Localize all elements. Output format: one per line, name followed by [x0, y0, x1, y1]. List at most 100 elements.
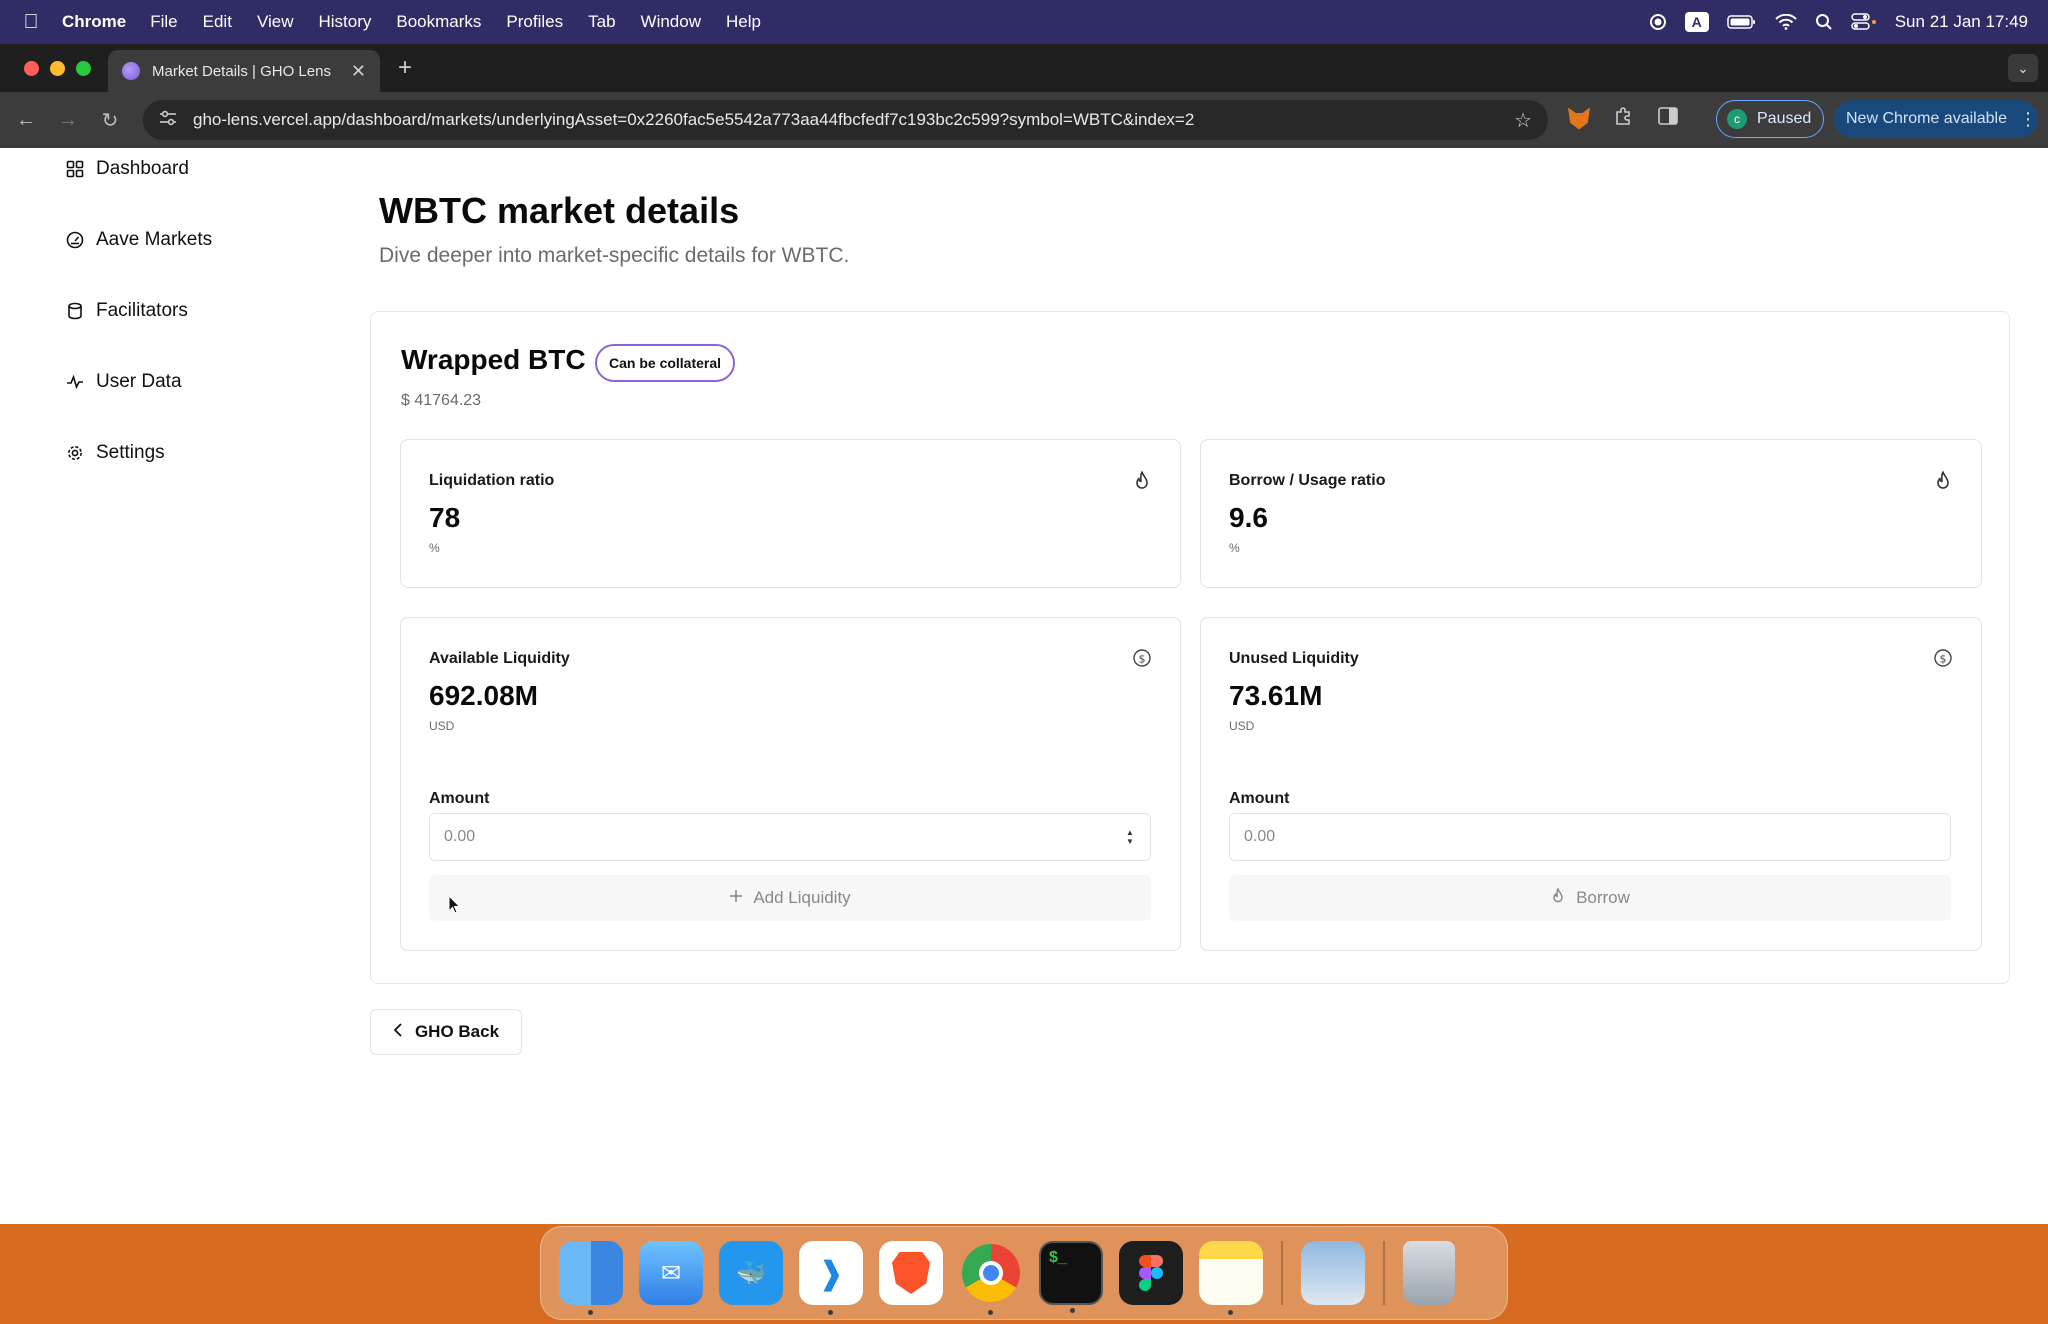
stat-value: 692.08M — [429, 680, 538, 711]
add-liquidity-label: Add Liquidity — [753, 888, 851, 907]
zoom-window-button[interactable] — [76, 61, 91, 76]
preview-icon[interactable] — [1301, 1241, 1365, 1305]
site-settings-icon[interactable] — [159, 110, 177, 130]
collateral-badge: Can be collateral — [595, 344, 736, 382]
menu-view[interactable]: View — [257, 12, 294, 32]
metamask-fox-icon[interactable] — [1568, 107, 1590, 130]
amount-label: Amount — [1229, 790, 1290, 807]
url-text[interactable]: gho-lens.vercel.app/dashboard/markets/un… — [193, 110, 1514, 130]
notes-icon[interactable] — [1199, 1241, 1263, 1315]
dollar-circle-icon: $ — [1933, 648, 1953, 670]
macos-dock: ✉ 🐳 ❱ $_ — [540, 1226, 1508, 1320]
menu-app-name[interactable]: Chrome — [62, 12, 126, 32]
profile-paused-button[interactable]: c Paused — [1716, 100, 1824, 138]
borrow-amount-input[interactable] — [1229, 813, 1951, 861]
borrow-button[interactable]: Borrow — [1229, 875, 1951, 921]
profile-avatar: c — [1727, 109, 1747, 129]
sidebar-item-aave-markets[interactable]: Aave Markets — [66, 229, 212, 251]
extensions-puzzle-icon[interactable] — [1614, 106, 1634, 131]
menu-help[interactable]: Help — [726, 12, 761, 32]
add-liquidity-button[interactable]: Add Liquidity — [429, 875, 1151, 921]
gho-back-button[interactable]: GHO Back — [370, 1009, 522, 1055]
wifi-icon[interactable] — [1775, 14, 1797, 30]
address-bar[interactable]: gho-lens.vercel.app/dashboard/markets/un… — [143, 100, 1548, 140]
menu-history[interactable]: History — [318, 12, 371, 32]
side-panel-icon[interactable] — [1658, 107, 1678, 130]
more-menu-icon[interactable]: ⋮ — [2019, 109, 2037, 130]
sidebar-item-label: User Data — [96, 371, 182, 392]
browser-toolbar: ← → ↻ gho-lens.vercel.app/dashboard/mark… — [0, 92, 2048, 148]
sidebar-item-facilitators[interactable]: Facilitators — [66, 300, 188, 322]
vscode-icon[interactable]: ❱ — [799, 1241, 863, 1315]
page-subtitle: Dive deeper into market-specific details… — [379, 244, 850, 267]
menu-profiles[interactable]: Profiles — [506, 12, 563, 32]
stat-value: 78 — [429, 502, 461, 533]
window-controls — [24, 61, 91, 76]
tab-strip: Market Details | GHO Lens ✕ + ⌄ — [0, 44, 2048, 92]
brave-browser-icon[interactable] — [879, 1241, 943, 1305]
stat-unit: USD — [1229, 719, 1255, 733]
extensions-area — [1568, 106, 1678, 131]
plus-icon — [729, 888, 743, 908]
docker-icon[interactable]: 🐳 — [719, 1241, 783, 1305]
browser-window: Market Details | GHO Lens ✕ + ⌄ ← → ↻ gh… — [0, 44, 2048, 1224]
close-tab-icon[interactable]: ✕ — [351, 61, 366, 82]
minimize-window-button[interactable] — [50, 61, 65, 76]
sidebar-item-user-data[interactable]: User Data — [66, 371, 182, 393]
chrome-update-button[interactable]: New Chrome available ⋮ — [1834, 100, 2038, 138]
record-icon[interactable] — [1649, 13, 1667, 31]
battery-icon[interactable] — [1726, 14, 1757, 30]
figma-icon[interactable] — [1119, 1241, 1183, 1305]
asset-price: $ 41764.23 — [401, 392, 482, 409]
input-source-icon[interactable]: A — [1684, 12, 1709, 32]
control-center-icon[interactable] — [1850, 13, 1877, 31]
reload-icon[interactable]: ↻ — [89, 108, 131, 133]
svg-text:$: $ — [1139, 653, 1146, 666]
stat-value: 9.6 — [1229, 502, 1268, 533]
new-tab-plus-icon[interactable]: + — [398, 54, 412, 82]
menu-tab[interactable]: Tab — [588, 12, 615, 32]
asset-name: Wrapped BTC — [401, 344, 586, 375]
svg-text:$: $ — [1940, 653, 1947, 666]
liquidation-ratio-card: Liquidation ratio 78 % — [400, 439, 1181, 588]
tab-search-chevron-icon[interactable]: ⌄ — [2008, 54, 2038, 82]
stat-label: Liquidation ratio — [429, 472, 555, 489]
flame-icon — [1550, 887, 1566, 910]
number-stepper-icon[interactable]: ▲ ▼ — [1123, 827, 1137, 847]
stat-unit: % — [429, 541, 440, 555]
menu-file[interactable]: File — [150, 12, 177, 32]
mouse-cursor-icon — [448, 894, 462, 915]
forward-arrow-icon[interactable]: → — [47, 109, 89, 132]
macos-menu-bar:  Chrome File Edit View History Bookmark… — [0, 0, 2048, 44]
flame-icon — [1933, 470, 1953, 492]
borrow-usage-ratio-card: Borrow / Usage ratio 9.6 % — [1200, 439, 1982, 588]
tab-title: Market Details | GHO Lens — [152, 62, 331, 80]
gho-lens-favicon-icon — [122, 62, 140, 80]
finder-icon[interactable] — [559, 1241, 623, 1315]
mail-icon[interactable]: ✉ — [639, 1241, 703, 1305]
sidebar-item-settings[interactable]: Settings — [66, 442, 165, 464]
menubar-clock[interactable]: Sun 21 Jan 17:49 — [1895, 12, 2028, 32]
sidebar-item-dashboard[interactable]: Dashboard — [66, 158, 189, 180]
chrome-icon[interactable] — [959, 1241, 1023, 1315]
trash-icon[interactable] — [1403, 1241, 1455, 1305]
menu-bookmarks[interactable]: Bookmarks — [396, 12, 481, 32]
menu-edit[interactable]: Edit — [203, 12, 232, 32]
apple-icon[interactable]:  — [0, 11, 62, 34]
amount-label: Amount — [429, 790, 490, 807]
sidebar-item-label: Dashboard — [96, 158, 189, 179]
terminal-icon[interactable]: $_ — [1039, 1241, 1103, 1313]
sidebar-item-label: Aave Markets — [96, 229, 213, 250]
grid-icon — [66, 160, 84, 178]
menu-window[interactable]: Window — [641, 12, 701, 32]
sidebar-item-label: Settings — [96, 442, 165, 463]
activity-icon — [66, 373, 84, 391]
close-window-button[interactable] — [24, 61, 39, 76]
browser-tab-active[interactable]: Market Details | GHO Lens ✕ — [108, 50, 380, 92]
profile-status-label: Paused — [1757, 110, 1812, 127]
add-liquidity-amount-input[interactable] — [429, 813, 1151, 861]
spotlight-search-icon[interactable] — [1815, 13, 1833, 31]
bookmark-star-icon[interactable]: ☆ — [1514, 108, 1532, 133]
page-content: Dashboard Aave Markets Facilitators User… — [0, 148, 2048, 1224]
back-arrow-icon[interactable]: ← — [5, 109, 47, 132]
